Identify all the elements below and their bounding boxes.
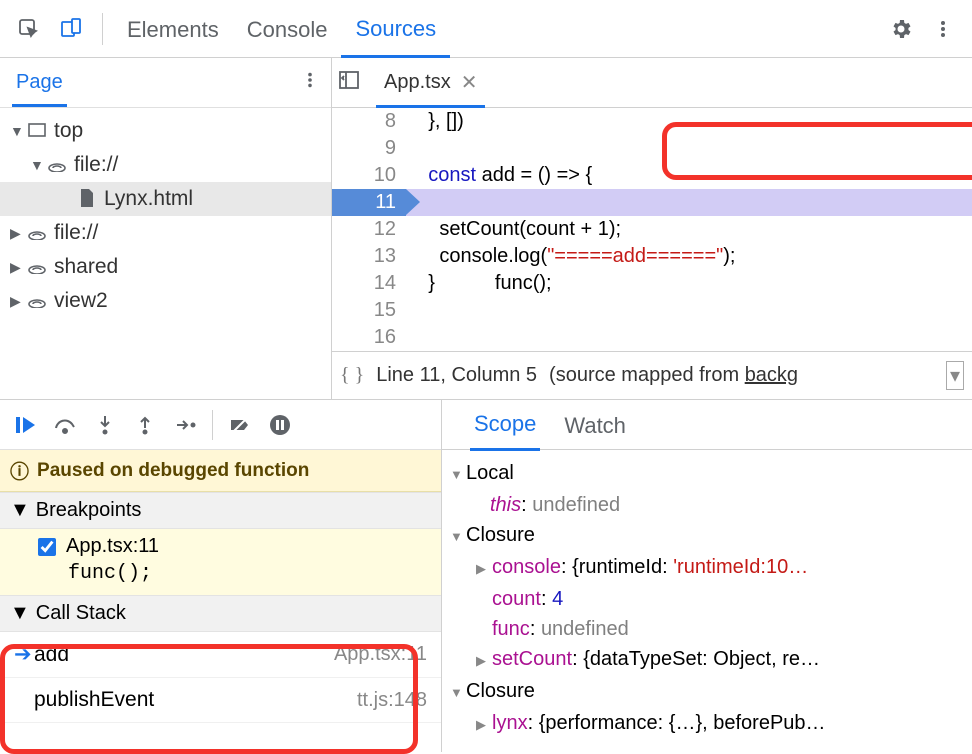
close-icon[interactable]: ✕ (461, 70, 478, 95)
step-icon[interactable] (166, 406, 204, 444)
tree-view2[interactable]: ▶view2 (0, 284, 331, 318)
pause-exc-icon[interactable] (261, 406, 299, 444)
page-more-icon[interactable] (301, 71, 319, 95)
stack-frame[interactable]: ➔addApp.tsx:11 (0, 632, 441, 678)
resume-icon[interactable] (6, 406, 44, 444)
tree-file1[interactable]: ▼file:// (0, 148, 331, 182)
scope-closure2[interactable]: ▼Closure (450, 676, 962, 708)
tab-watch[interactable]: Watch (560, 400, 630, 450)
scope-panel: Scope Watch ▼Local this: undefined ▼Clos… (442, 400, 972, 752)
editor: App.tsx✕ 8910 11 1213141516 }, []) const… (332, 58, 972, 399)
coverage-icon[interactable]: ▾ (946, 361, 964, 390)
scope-local[interactable]: ▼Local (450, 458, 962, 490)
info-icon: ⓘ (10, 457, 29, 484)
callstack-header[interactable]: ▼Call Stack (0, 595, 441, 632)
sourcemap-link[interactable]: backg (745, 364, 798, 386)
settings-icon[interactable] (880, 8, 922, 50)
pretty-print-icon[interactable]: { } (340, 364, 364, 387)
debugger-panel: ⓘ Paused on debugged function ▼Breakpoin… (0, 400, 442, 752)
editor-tab-app[interactable]: App.tsx✕ (376, 58, 485, 108)
scope-console[interactable]: ▶console: {runtimeId: 'runtimeId:10… (450, 552, 962, 584)
tab-scope[interactable]: Scope (470, 398, 540, 451)
breakpoint-code: func(); (38, 562, 431, 585)
step-into-icon[interactable] (86, 406, 124, 444)
tree-file2[interactable]: ▶file:// (0, 216, 331, 250)
editor-footer: { } Line 11, Column 5 (source mapped fro… (332, 351, 972, 399)
more-icon[interactable] (922, 8, 964, 50)
deactivate-bp-icon[interactable] (221, 406, 259, 444)
breakpoint-checkbox[interactable] (38, 538, 56, 556)
tree-shared[interactable]: ▶shared (0, 250, 331, 284)
stack-frame[interactable]: publishEventtt.js:148 (0, 678, 441, 723)
page-tab[interactable]: Page (12, 59, 67, 107)
cursor-position: Line 11, Column 5 (376, 364, 537, 387)
scope-count[interactable]: count: 4 (450, 584, 962, 614)
tree-lynx[interactable]: Lynx.html (0, 182, 331, 216)
scope-this[interactable]: this: undefined (450, 490, 962, 520)
tab-sources[interactable]: Sources (341, 0, 450, 58)
scope-setcount[interactable]: ▶setCount: {dataTypeSet: Object, re… (450, 644, 962, 676)
inspect-icon[interactable] (8, 8, 50, 50)
tab-elements[interactable]: Elements (113, 0, 233, 58)
code[interactable]: }, []) const add = () => { 11 func(); se… (406, 108, 972, 351)
breakpoint-item[interactable]: App.tsx:11 func(); (0, 529, 441, 595)
current-line: 11 func(); (406, 189, 972, 216)
nav-toggle-icon[interactable] (338, 69, 360, 97)
scope-lynx[interactable]: ▶lynx: {performance: {…}, beforePub… (450, 708, 962, 740)
devtools-topbar: Elements Console Sources (0, 0, 972, 58)
tab-console[interactable]: Console (233, 0, 342, 58)
file-tree: ▼top ▼file:// Lynx.html ▶file:// ▶shared… (0, 108, 331, 318)
page-panel: Page ▼top ▼file:// Lynx.html ▶file:// ▶s… (0, 58, 332, 399)
scope-func[interactable]: func: undefined (450, 614, 962, 644)
step-over-icon[interactable] (46, 406, 84, 444)
debugger-toolbar (0, 400, 441, 450)
tree-top[interactable]: ▼top (0, 114, 331, 148)
device-toggle-icon[interactable] (50, 8, 92, 50)
scope-closure[interactable]: ▼Closure (450, 520, 962, 552)
step-out-icon[interactable] (126, 406, 164, 444)
paused-banner: ⓘ Paused on debugged function (0, 450, 441, 492)
gutter[interactable]: 8910 11 1213141516 (332, 108, 406, 351)
breakpoints-header[interactable]: ▼Breakpoints (0, 492, 441, 529)
